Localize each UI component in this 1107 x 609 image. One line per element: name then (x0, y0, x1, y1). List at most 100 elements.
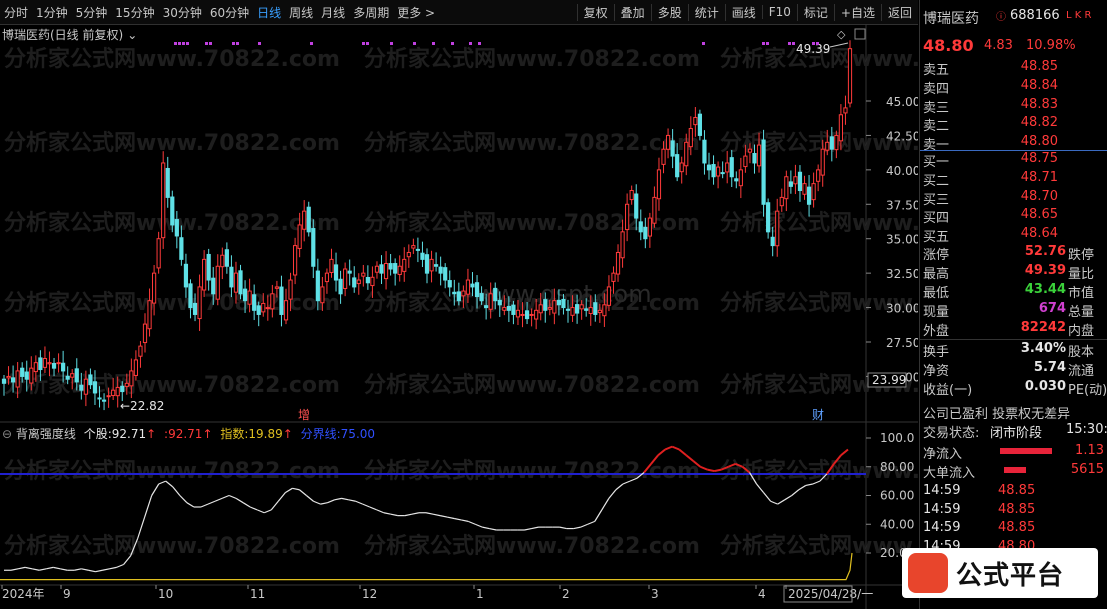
quote-panel: 博瑞医药 ⓘ 688166 L K R 48.80 4.83 10.98% 卖五… (919, 0, 1107, 609)
strength-line-segment (432, 513, 441, 517)
event-dot (788, 42, 791, 45)
period-tab[interactable]: 更多 > (393, 4, 439, 21)
candle (679, 156, 684, 184)
candle-body (147, 300, 152, 330)
event-dot (792, 42, 795, 45)
indicator-name[interactable]: 背离强度线 (16, 427, 76, 441)
candle (306, 201, 311, 237)
strength-line-segment (200, 503, 209, 508)
candle-body (529, 313, 534, 316)
candle-body (179, 237, 184, 260)
bid-row: 买五 48.64 (920, 226, 1107, 245)
toolbar-button[interactable]: 统计 (687, 3, 725, 21)
strength-line-segment (53, 566, 61, 570)
ask-row: 卖三 48.83 (920, 97, 1107, 116)
candle-body (584, 308, 589, 311)
event-dot (451, 42, 454, 45)
candle (647, 212, 652, 248)
strength-line-segment (327, 499, 335, 504)
candle (779, 188, 784, 212)
candle-body (33, 362, 38, 373)
candle (347, 259, 352, 286)
indicator-threshold-value: 75.00 (340, 427, 376, 441)
candle-body (279, 286, 284, 315)
period-tab[interactable]: 分时 (0, 4, 32, 21)
toolbar-button[interactable]: 复权 (576, 3, 614, 21)
candle-body (597, 309, 602, 314)
candle-body (693, 117, 698, 126)
tick-row: 14:59 48.85 (920, 483, 1107, 502)
period-tab[interactable]: 1分钟 (32, 4, 72, 21)
strength-line-segment (615, 483, 624, 491)
strength-line-segment (341, 497, 349, 501)
indicator-index-label: 指数: (220, 427, 249, 441)
strength-line-segment (714, 468, 722, 473)
watermark: 分析家公式网www.70822.com (364, 458, 700, 484)
candle-body (643, 226, 648, 240)
indicator-toggle-icon[interactable]: ⊖ (2, 427, 12, 441)
event-marker[interactable]: 增 (298, 408, 310, 422)
candle-body (847, 48, 853, 104)
candle-body (197, 286, 202, 320)
candle-body (429, 258, 434, 272)
toolbar-button[interactable]: 返回 (880, 3, 918, 21)
period-tab[interactable]: 15分钟 (111, 4, 158, 21)
candle-body (574, 304, 580, 314)
candle-body (661, 148, 666, 165)
toolbar-button[interactable]: F10 (761, 5, 797, 19)
candle-body (625, 203, 630, 231)
info-icon[interactable]: ⓘ (996, 8, 1006, 23)
stat-row: 最高 49.39 量比 (920, 263, 1107, 282)
stat-label: 净资 (923, 364, 950, 379)
strength-line-segment (369, 506, 377, 511)
period-tab[interactable]: 5分钟 (72, 4, 112, 21)
ask-row: 卖四 48.84 (920, 78, 1107, 97)
chart-title: 博瑞医药(日线 前复权) ⌄ (2, 26, 137, 43)
candle-body (834, 134, 839, 151)
period-tab[interactable]: 月线 (317, 4, 349, 21)
strength-line-segment (362, 503, 370, 508)
toolbar-button[interactable]: 叠加 (613, 3, 651, 21)
toolbar-button[interactable]: +自选 (833, 3, 881, 21)
event-marker[interactable]: 财 (812, 408, 824, 422)
stat-value: 674 (1038, 301, 1066, 316)
period-tab[interactable]: 周线 (285, 4, 317, 21)
strength-line-segment (531, 526, 539, 530)
period-tab[interactable]: 多周期 (349, 4, 393, 21)
candle-body (829, 136, 834, 150)
candle-body (806, 186, 812, 205)
candle-body (252, 294, 257, 311)
candle-body (10, 377, 16, 383)
ask-row: 卖五 48.85 (920, 59, 1107, 78)
candle-body (65, 375, 70, 380)
candle-body (766, 202, 771, 233)
candle-body (570, 307, 575, 316)
strength-line-segment (299, 489, 307, 496)
candle-body (192, 302, 198, 315)
period-tab[interactable]: 30分钟 (159, 4, 206, 21)
period-tab[interactable]: 日线 (253, 4, 285, 21)
toolbar-button[interactable]: 标记 (796, 3, 834, 21)
candle-body (811, 183, 816, 201)
candle-body (461, 290, 466, 297)
kline-chart[interactable]: 分析家公式网www.70822.com 分析家公式网www.70822.com 分析… (0, 24, 918, 609)
tick-time: 14:59 (923, 501, 961, 517)
panel-toggle-icon[interactable] (854, 28, 866, 40)
candle (215, 254, 220, 306)
candle-body (174, 219, 179, 237)
candle (797, 165, 803, 202)
price-change: 4.83 (984, 38, 1013, 53)
strength-line-segment (376, 509, 385, 514)
low-label: ←22.82 (120, 399, 164, 413)
candle-body (365, 276, 370, 284)
stock-code: 688166 (1010, 8, 1060, 23)
candle-body (306, 206, 311, 233)
indicator-legend: ⊖ 背离强度线 个股:92.71↑ :92.71↑ 指数:19.89↑ 分界线:… (2, 425, 375, 442)
period-tab[interactable]: 60分钟 (206, 4, 253, 21)
candle (788, 170, 793, 194)
toolbar-button[interactable]: 多股 (650, 3, 688, 21)
chevron-down-icon[interactable]: ⌄ (127, 28, 137, 42)
diamond-icon[interactable]: ◇ (837, 28, 846, 41)
toolbar-button[interactable]: 画线 (724, 3, 762, 21)
candle-body (51, 362, 57, 369)
